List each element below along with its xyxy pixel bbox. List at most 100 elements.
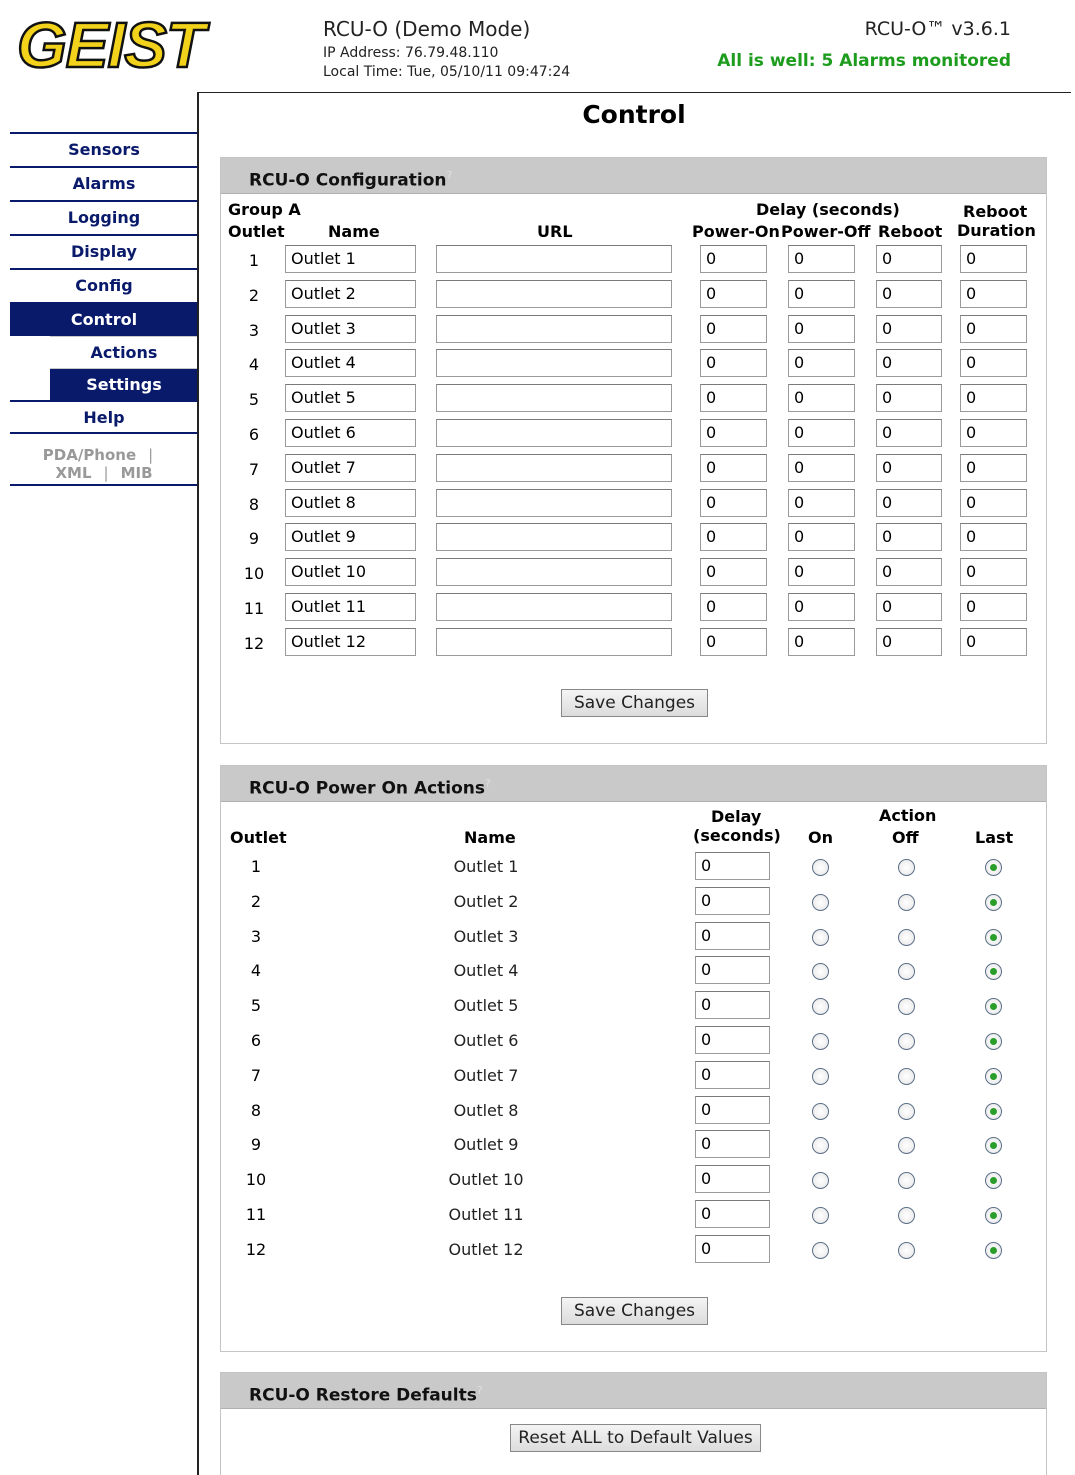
action-on-radio[interactable] bbox=[812, 893, 829, 911]
mib-link[interactable]: MIB bbox=[121, 464, 153, 482]
power-on-delay-input[interactable]: 0 bbox=[700, 384, 767, 413]
action-off-radio[interactable] bbox=[898, 928, 915, 946]
power-on-delay-input[interactable]: 0 bbox=[695, 991, 770, 1020]
power-on-delay-input[interactable]: 0 bbox=[700, 453, 767, 482]
action-off-radio[interactable] bbox=[898, 1172, 915, 1190]
outlet-url-input[interactable] bbox=[436, 488, 672, 517]
power-off-delay-input[interactable]: 0 bbox=[788, 419, 855, 447]
nav-sub-actions[interactable]: Actions bbox=[50, 336, 198, 368]
outlet-url-input[interactable] bbox=[436, 384, 672, 413]
power-on-delay-input[interactable]: 0 bbox=[700, 627, 767, 656]
action-on-radio[interactable] bbox=[812, 1033, 829, 1050]
outlet-name-input[interactable]: Outlet 11 bbox=[285, 593, 416, 621]
reboot-delay-input[interactable]: 0 bbox=[876, 419, 942, 447]
outlet-name-input[interactable]: Outlet 8 bbox=[285, 488, 416, 517]
reboot-duration-input[interactable]: 0 bbox=[960, 488, 1027, 517]
reboot-duration-input[interactable]: 0 bbox=[960, 627, 1027, 656]
action-off-radio[interactable] bbox=[898, 963, 915, 981]
power-on-delay-input[interactable]: 0 bbox=[700, 349, 767, 378]
action-last-radio[interactable] bbox=[985, 1067, 1002, 1085]
action-on-radio[interactable] bbox=[812, 1241, 829, 1259]
help-icon[interactable]: ? bbox=[477, 1384, 483, 1397]
action-off-radio[interactable] bbox=[898, 1207, 915, 1224]
power-on-delay-input[interactable]: 0 bbox=[695, 1130, 770, 1159]
reboot-duration-input[interactable]: 0 bbox=[960, 558, 1027, 587]
reboot-duration-input[interactable]: 0 bbox=[960, 349, 1027, 378]
reboot-delay-input[interactable]: 0 bbox=[876, 314, 942, 343]
action-on-radio[interactable] bbox=[812, 1102, 829, 1120]
reboot-delay-input[interactable]: 0 bbox=[876, 384, 942, 413]
nav-item-sensors[interactable]: Sensors bbox=[10, 132, 198, 166]
nav-item-logging[interactable]: Logging bbox=[10, 200, 198, 234]
action-last-radio[interactable] bbox=[985, 998, 1002, 1016]
reboot-delay-input[interactable]: 0 bbox=[876, 453, 942, 482]
reboot-duration-input[interactable]: 0 bbox=[960, 523, 1027, 552]
reboot-delay-input[interactable]: 0 bbox=[876, 627, 942, 656]
outlet-url-input[interactable] bbox=[436, 349, 672, 378]
outlet-url-input[interactable] bbox=[436, 314, 672, 343]
action-on-radio[interactable] bbox=[812, 1207, 829, 1224]
save-changes-button[interactable]: Save Changes bbox=[561, 1297, 708, 1325]
power-on-delay-input[interactable]: 0 bbox=[695, 1026, 770, 1054]
outlet-name-input[interactable]: Outlet 1 bbox=[285, 245, 416, 273]
action-on-radio[interactable] bbox=[812, 859, 829, 876]
help-icon[interactable]: ? bbox=[485, 777, 491, 790]
power-on-delay-input[interactable]: 0 bbox=[695, 852, 770, 880]
nav-item-display[interactable]: Display bbox=[10, 234, 198, 268]
reboot-duration-input[interactable]: 0 bbox=[960, 593, 1027, 621]
action-last-radio[interactable] bbox=[985, 893, 1002, 911]
outlet-url-input[interactable] bbox=[436, 245, 672, 273]
reboot-delay-input[interactable]: 0 bbox=[876, 245, 942, 273]
outlet-name-input[interactable]: Outlet 9 bbox=[285, 523, 416, 552]
nav-item-config[interactable]: Config bbox=[10, 268, 198, 302]
nav-sub-settings[interactable]: Settings bbox=[50, 368, 198, 400]
power-off-delay-input[interactable]: 0 bbox=[788, 627, 855, 656]
power-off-delay-input[interactable]: 0 bbox=[788, 384, 855, 413]
power-on-delay-input[interactable]: 0 bbox=[700, 593, 767, 621]
power-on-delay-input[interactable]: 0 bbox=[695, 1234, 770, 1263]
nav-item-help[interactable]: Help bbox=[10, 400, 198, 434]
reboot-duration-input[interactable]: 0 bbox=[960, 314, 1027, 343]
reboot-delay-input[interactable]: 0 bbox=[876, 558, 942, 587]
power-off-delay-input[interactable]: 0 bbox=[788, 453, 855, 482]
xml-link[interactable]: XML bbox=[55, 464, 91, 482]
power-on-delay-input[interactable]: 0 bbox=[700, 558, 767, 587]
action-last-radio[interactable] bbox=[985, 1102, 1002, 1120]
action-last-radio[interactable] bbox=[985, 1241, 1002, 1259]
power-off-delay-input[interactable]: 0 bbox=[788, 558, 855, 587]
action-last-radio[interactable] bbox=[985, 963, 1002, 981]
action-on-radio[interactable] bbox=[812, 963, 829, 981]
action-off-radio[interactable] bbox=[898, 893, 915, 911]
reboot-duration-input[interactable]: 0 bbox=[960, 453, 1027, 482]
action-last-radio[interactable] bbox=[985, 1033, 1002, 1050]
outlet-name-input[interactable]: Outlet 4 bbox=[285, 349, 416, 378]
power-on-delay-input[interactable]: 0 bbox=[700, 279, 767, 308]
action-on-radio[interactable] bbox=[812, 1172, 829, 1190]
action-on-radio[interactable] bbox=[812, 998, 829, 1016]
outlet-url-input[interactable] bbox=[436, 419, 672, 447]
pda-phone-link[interactable]: PDA/Phone bbox=[43, 446, 136, 464]
power-off-delay-input[interactable]: 0 bbox=[788, 349, 855, 378]
power-off-delay-input[interactable]: 0 bbox=[788, 593, 855, 621]
action-on-radio[interactable] bbox=[812, 1137, 829, 1155]
action-last-radio[interactable] bbox=[985, 1172, 1002, 1190]
action-off-radio[interactable] bbox=[898, 859, 915, 876]
power-off-delay-input[interactable]: 0 bbox=[788, 488, 855, 517]
power-on-delay-input[interactable]: 0 bbox=[695, 956, 770, 985]
save-changes-button[interactable]: Save Changes bbox=[561, 689, 708, 717]
outlet-url-input[interactable] bbox=[436, 593, 672, 621]
power-off-delay-input[interactable]: 0 bbox=[788, 245, 855, 273]
power-on-delay-input[interactable]: 0 bbox=[700, 488, 767, 517]
help-icon[interactable]: ? bbox=[447, 169, 453, 182]
reboot-delay-input[interactable]: 0 bbox=[876, 279, 942, 308]
outlet-name-input[interactable]: Outlet 10 bbox=[285, 558, 416, 587]
reboot-delay-input[interactable]: 0 bbox=[876, 593, 942, 621]
power-on-delay-input[interactable]: 0 bbox=[695, 1060, 770, 1089]
nav-item-control[interactable]: Control bbox=[10, 302, 198, 336]
action-last-radio[interactable] bbox=[985, 928, 1002, 946]
reboot-delay-input[interactable]: 0 bbox=[876, 488, 942, 517]
reset-defaults-button[interactable]: Reset ALL to Default Values bbox=[510, 1424, 761, 1452]
power-on-delay-input[interactable]: 0 bbox=[700, 245, 767, 273]
power-on-delay-input[interactable]: 0 bbox=[695, 1165, 770, 1194]
power-on-delay-input[interactable]: 0 bbox=[695, 1200, 770, 1228]
